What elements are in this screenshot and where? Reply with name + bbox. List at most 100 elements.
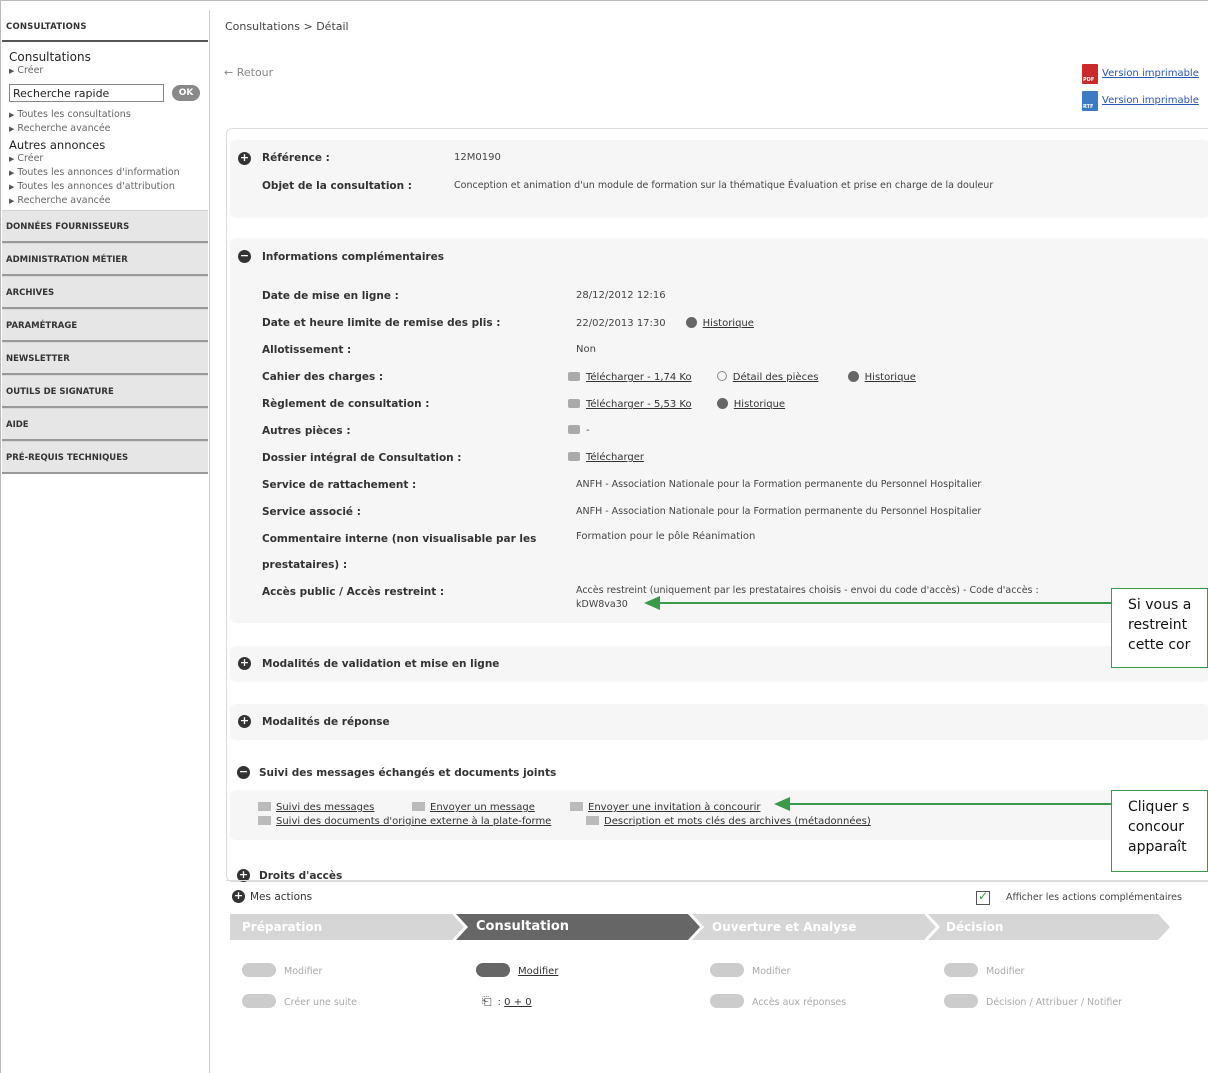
sidebar-menu-parametrage[interactable]: PARAMÉTRAGE [2,309,208,342]
back-link[interactable]: ← Retour [224,66,273,79]
sidebar-toutes-consultations-link[interactable]: ▶ Toutes les consultations [9,108,204,122]
sidebar-consultations-section: Consultations ▶Créer OK ▶Toutes les cons… [2,42,208,210]
reponse-title[interactable]: Modalités de réponse [262,716,390,728]
detail-pieces-link[interactable]: Détail des pièces [716,371,819,383]
prep-modifier-action[interactable]: Modifier [242,963,322,977]
sidebar-creer-label: Créer [17,65,44,76]
sidebar-recherche-avancee-annonces-link[interactable]: ▶ Recherche avancée [9,194,204,208]
ouv-acces-action[interactable]: Accès aux réponses [710,994,846,1008]
sidebar-menu-aide[interactable]: AIDE [2,408,208,441]
acces-value-1: Accès restreint (uniquement par les pres… [576,585,1039,596]
sidebar-creer-link[interactable]: ▶ Créer [9,64,204,78]
step-ouverture-label[interactable]: Ouverture et Analyse [700,915,856,939]
sidebar-menu-newsletter[interactable]: NEWSLETTER [2,342,208,375]
date-mise-value: 28/12/2012 12:16 [576,290,666,301]
sidebar-menu-outils-signature[interactable]: OUTILS DE SIGNATURE [2,375,208,408]
triangle-icon: ▶ [9,111,15,119]
ouv-acces-label: Accès aux réponses [752,997,847,1008]
dec-decision-label: Décision / Attribuer / Notifier [986,997,1123,1008]
download-icon [568,425,580,434]
collapse-icon[interactable]: − [238,250,251,263]
objet-value: Conception et animation d'un module de f… [454,180,994,191]
sidebar-menu-archives[interactable]: ARCHIVES [2,276,208,309]
gavel-icon [944,994,978,1008]
sidebar-recherche-avancee-link[interactable]: ▶ Recherche avancée [9,122,204,136]
envoyer-message-link[interactable]: Envoyer un message [412,802,535,813]
envoyer-invitation-link[interactable]: Envoyer une invitation à concourir [570,802,760,813]
detail-pieces-label: Détail des pièces [732,372,819,383]
reference-block: + Référence : 12M0190 Objet de la consul… [230,140,1208,218]
sidebar: CONSULTATIONS Consultations ▶Créer OK ▶T… [2,12,208,474]
collapse-icon[interactable]: − [237,766,250,779]
cons-register-action[interactable]: ⎗: 0 + 0 [482,994,532,1009]
sidebar-menu-donnees-fournisseurs[interactable]: DONNÉES FOURNISSEURS [2,210,208,243]
breadcrumb: Consultations > Détail [225,20,349,33]
reglement-download-link[interactable]: Télécharger - 5,53 Ko [568,399,692,410]
cons-modifier-action[interactable]: Modifier [476,963,558,977]
acces-label: Accès public / Accès restreint : [262,586,445,598]
historique-link-1[interactable]: Historique [685,317,754,329]
expand-icon[interactable]: + [232,890,245,903]
sidebar-creer-annonce-link[interactable]: ▶ Créer [9,152,204,166]
commentaire-label-2: prestataires) : [262,559,348,571]
suivi-documents-label: Suivi des documents d'origine externe à … [276,816,552,827]
reference-label: Référence : [262,152,330,164]
sidebar-annonces-information-link[interactable]: ▶ Toutes les annonces d'information [9,166,204,180]
dec-modifier-action[interactable]: Modifier [944,963,1024,977]
print-rtf-label[interactable]: Version imprimable [1102,95,1199,106]
triangle-icon: ▶ [9,183,15,191]
cahier-label: Cahier des charges : [262,371,384,383]
sidebar-menu-administration-metier[interactable]: ADMINISTRATION MÉTIER [2,243,208,276]
service-assoc-value: ANFH - Association Nationale pour la For… [576,506,982,517]
suivi-messages-label: Suivi des messages [276,802,375,813]
step-preparation-label[interactable]: Préparation [230,915,322,939]
suivi-messages-link[interactable]: Suivi des messages [258,802,374,813]
sidebar-autres-annonces-title[interactable]: Autres annonces [9,138,204,152]
afficher-label[interactable]: Afficher les actions complémentaires [1006,892,1182,903]
print-rtf-link[interactable]: RTF Version imprimable [1082,87,1199,114]
expand-icon[interactable]: + [238,657,251,670]
validation-title[interactable]: Modalités de validation et mise en ligne [262,658,499,670]
arrow-left-icon: ← [224,66,237,79]
cahier-download-label: Télécharger - 1,74 Ko [586,372,692,383]
allot-value: Non [576,344,596,355]
sidebar-menu-prerequis-techniques[interactable]: PRÉ-REQUIS TECHNIQUES [2,441,208,474]
expand-icon[interactable]: + [238,715,251,728]
print-pdf-link[interactable]: PDF Version imprimable [1082,60,1199,87]
historique-link-3[interactable]: Historique [716,398,785,410]
expand-icon[interactable]: + [238,152,251,165]
quick-search-ok-button[interactable]: OK [172,85,200,101]
service-ratt-value: ANFH - Association Nationale pour la For… [576,479,982,490]
actions-title[interactable]: Mes actions [250,891,312,903]
pdf-icon: PDF [1082,63,1098,84]
step-consultation-label[interactable]: Consultation [464,915,569,939]
sidebar-header[interactable]: CONSULTATIONS [2,12,208,42]
callout-line: cette cor [1128,637,1191,653]
suivi-documents-link[interactable]: Suivi des documents d'origine externe à … [258,816,551,827]
cons-count: 0 + 0 [504,997,532,1008]
cahier-download-link[interactable]: Télécharger - 1,74 Ko [568,372,692,383]
prep-suite-label: Créer une suite [284,997,358,1008]
sidebar-consultations-title[interactable]: Consultations [9,50,204,64]
description-link[interactable]: Description et mots clés des archives (m… [586,816,871,827]
dossier-download-link[interactable]: Télécharger [568,452,644,463]
dec-modifier-label: Modifier [986,966,1025,977]
magnifier-icon [716,371,727,381]
sidebar-recherche-avancee-annonces-label: Recherche avancée [17,195,111,206]
triangle-icon: ▶ [9,169,15,177]
dec-decision-action[interactable]: Décision / Attribuer / Notifier [944,994,1122,1008]
ouv-modifier-action[interactable]: Modifier [710,963,790,977]
sidebar-annonces-attribution-link[interactable]: ▶ Toutes les annonces d'attribution [9,180,204,194]
suivi-title[interactable]: Suivi des messages échangés et documents… [259,767,556,779]
back-label: Retour [236,66,274,79]
afficher-checkbox[interactable]: ✓ [976,889,990,905]
pencil-icon [476,963,510,977]
info-title[interactable]: Informations complémentaires [262,251,444,263]
prep-suite-action[interactable]: Créer une suite [242,994,357,1008]
historique-link-2[interactable]: Historique [847,371,916,383]
quick-search-input[interactable] [9,84,164,102]
dossier-label: Dossier intégral de Consultation : [262,452,462,464]
callout-invitation: Cliquer s concour apparaît [1111,790,1208,872]
step-decision-label[interactable]: Décision [934,915,1003,939]
print-pdf-label[interactable]: Version imprimable [1102,68,1199,79]
